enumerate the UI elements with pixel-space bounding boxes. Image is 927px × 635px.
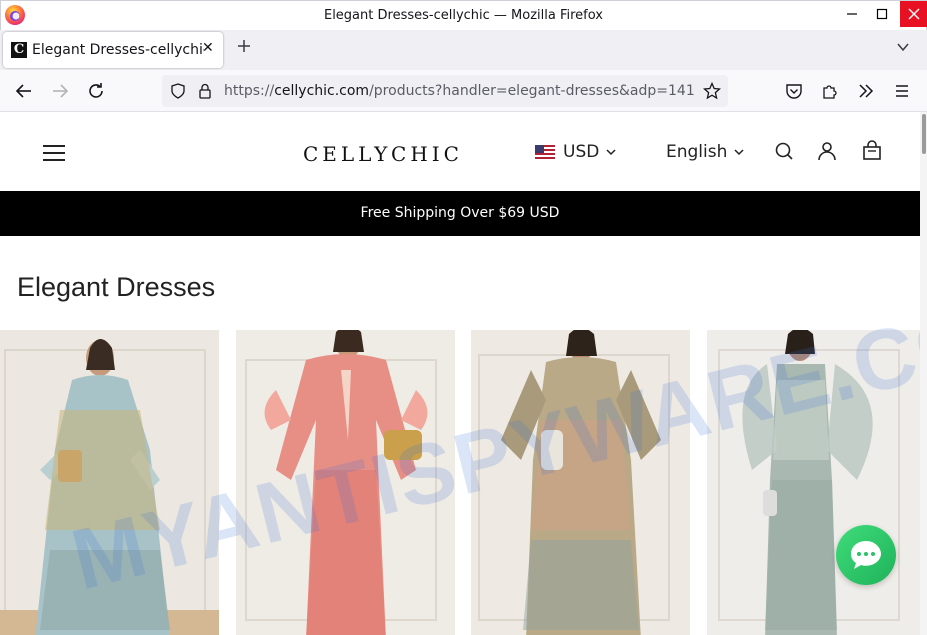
product-card-2[interactable] bbox=[236, 330, 455, 635]
chevron-down-icon[interactable] bbox=[896, 40, 910, 54]
window-title: Elegant Dresses-cellychic — Mozilla Fire… bbox=[323, 8, 603, 23]
lock-icon[interactable] bbox=[198, 83, 212, 99]
cart-icon[interactable] bbox=[861, 140, 883, 162]
product-card-1[interactable] bbox=[0, 330, 219, 635]
hamburger-icon[interactable] bbox=[43, 145, 65, 161]
minimize-button[interactable] bbox=[838, 1, 866, 27]
overflow-icon bbox=[859, 84, 874, 98]
product-image bbox=[707, 330, 920, 635]
language-selector[interactable]: English bbox=[666, 142, 745, 162]
pocket-icon bbox=[786, 84, 802, 99]
close-icon bbox=[908, 8, 920, 20]
shipping-banner: Free Shipping Over $69 USD bbox=[0, 191, 920, 236]
chevron-down-icon bbox=[734, 149, 744, 156]
currency-label: USD bbox=[563, 142, 600, 162]
back-icon bbox=[15, 84, 31, 98]
product-card-3[interactable] bbox=[471, 330, 690, 635]
tab-strip: C Elegant Dresses-cellychic ✕ bbox=[0, 30, 927, 70]
reload-icon bbox=[89, 83, 103, 98]
plus-icon[interactable] bbox=[236, 38, 252, 54]
window-titlebar: Elegant Dresses-cellychic — Mozilla Fire… bbox=[0, 0, 927, 30]
url-path: /products?handler=elegant-dresses&adp=14… bbox=[369, 83, 695, 99]
product-image bbox=[471, 330, 690, 635]
chat-icon bbox=[851, 541, 881, 569]
page-scrollbar[interactable] bbox=[920, 112, 927, 635]
forward-button[interactable] bbox=[50, 81, 70, 101]
overflow-button[interactable] bbox=[856, 81, 876, 101]
menu-icon bbox=[896, 85, 908, 97]
product-image bbox=[0, 330, 219, 635]
maximize-icon bbox=[876, 8, 888, 20]
product-card-4[interactable] bbox=[707, 330, 920, 635]
minimize-icon bbox=[847, 13, 857, 15]
pocket-button[interactable] bbox=[784, 81, 804, 101]
forward-icon bbox=[53, 84, 69, 98]
reload-button[interactable] bbox=[86, 81, 106, 101]
chat-button[interactable] bbox=[836, 525, 896, 585]
tab-favicon: C bbox=[11, 42, 27, 58]
shield-icon[interactable] bbox=[170, 83, 186, 99]
back-button[interactable] bbox=[14, 81, 34, 101]
url-domain: cellychic.com bbox=[274, 83, 370, 99]
tab-elegant-dresses[interactable]: C Elegant Dresses-cellychic ✕ bbox=[3, 32, 223, 68]
chevron-down-icon bbox=[606, 149, 616, 156]
account-icon[interactable] bbox=[816, 140, 838, 162]
url-text[interactable]: https://cellychic.com/products?handler=e… bbox=[224, 83, 696, 99]
page-title: Elegant Dresses bbox=[17, 272, 216, 302]
url-scheme: https:// bbox=[224, 83, 275, 99]
site-logo[interactable]: CELLYCHIC bbox=[303, 142, 463, 166]
currency-selector[interactable]: USD bbox=[535, 142, 617, 162]
tab-close-icon[interactable]: ✕ bbox=[202, 40, 214, 56]
navigation-toolbar: https://cellychic.com/products?handler=e… bbox=[0, 70, 927, 112]
tab-label: Elegant Dresses-cellychic bbox=[32, 42, 204, 58]
language-label: English bbox=[666, 142, 728, 162]
product-image bbox=[236, 330, 455, 635]
url-bar[interactable]: https://cellychic.com/products?handler=e… bbox=[162, 75, 728, 107]
us-flag-icon bbox=[535, 145, 555, 159]
menu-button[interactable] bbox=[892, 81, 912, 101]
web-page: CELLYCHIC USD English Free Shipping Over… bbox=[0, 112, 920, 635]
close-window-button[interactable] bbox=[900, 1, 927, 27]
extensions-icon bbox=[823, 85, 837, 99]
extensions-button[interactable] bbox=[820, 81, 840, 101]
scrollbar-thumb[interactable] bbox=[922, 114, 926, 154]
bookmark-star-icon[interactable] bbox=[703, 82, 721, 100]
search-icon[interactable] bbox=[773, 140, 795, 162]
maximize-button[interactable] bbox=[868, 1, 896, 27]
